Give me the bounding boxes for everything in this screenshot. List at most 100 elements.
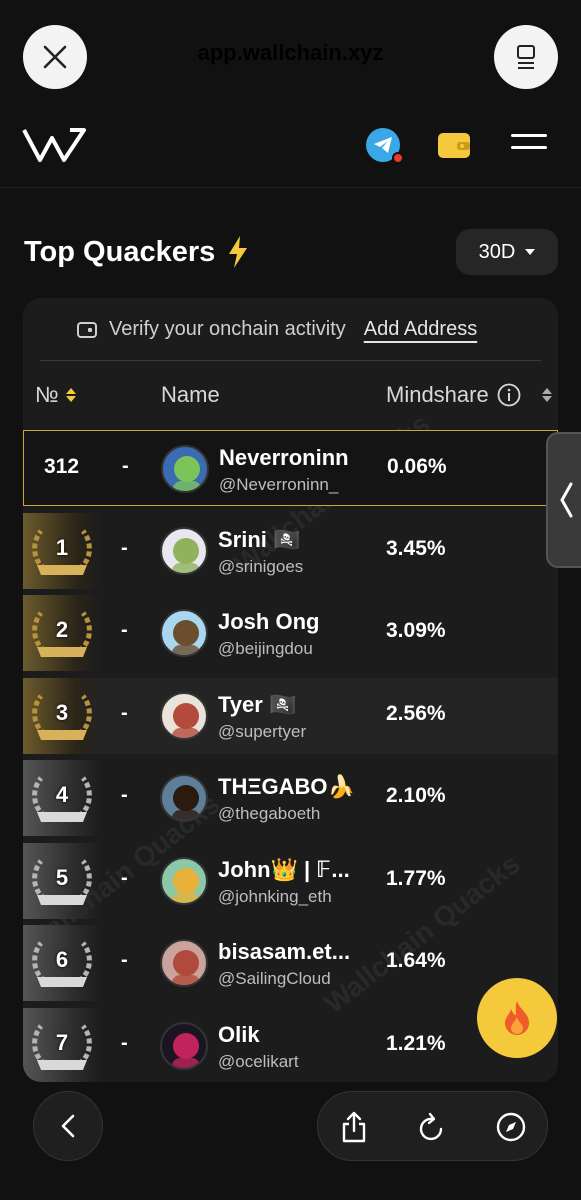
table-row[interactable]: 4 - THΞGABO🍌 @thegaboeth 2.10% xyxy=(23,760,558,836)
table-header: № Name Mindshare xyxy=(23,368,558,428)
avatar-image xyxy=(173,456,201,491)
rank-number: 2 xyxy=(55,617,69,642)
user-name[interactable]: Srini 🏴‍☠️ xyxy=(218,527,300,553)
column-no: № xyxy=(35,382,59,407)
user-name[interactable]: John👑 | 𝔽... xyxy=(218,857,350,883)
avatar[interactable] xyxy=(160,856,208,905)
avatar-image xyxy=(172,620,200,655)
rank-change: - xyxy=(121,701,128,724)
rank-number: 7 xyxy=(55,1029,69,1055)
avatar[interactable] xyxy=(160,774,208,822)
rank-number: 6 xyxy=(55,947,69,972)
table-row[interactable]: 3 - Tyer 🏴‍☠️ @supertyer 2.56% xyxy=(23,677,558,754)
avatar[interactable] xyxy=(161,445,209,493)
wallet-icon[interactable] xyxy=(437,130,471,160)
verify-text: Verify your onchain activity xyxy=(109,318,346,340)
user-name[interactable]: Tyer 🏴‍☠️ xyxy=(218,692,296,718)
tabs-button[interactable] xyxy=(494,25,558,89)
user-handle: @srinigoes xyxy=(218,556,304,576)
user-name[interactable]: Neverroninn xyxy=(219,445,349,471)
page-title: Top Quackers xyxy=(24,236,216,268)
avatar-image xyxy=(172,537,200,573)
user-name[interactable]: Olik xyxy=(218,1022,260,1048)
rank-change: - xyxy=(121,536,128,559)
rank-number: 4 xyxy=(55,782,69,807)
compass-icon[interactable] xyxy=(495,1111,527,1143)
telegram-button[interactable] xyxy=(366,128,404,164)
mindshare-value: 3.45% xyxy=(386,536,446,560)
rank-change: - xyxy=(121,949,128,971)
verify-banner: Verify your onchain activity Add Address xyxy=(77,318,477,341)
user-handle: @SailingCloud xyxy=(218,969,331,988)
sort-by-rank[interactable]: № xyxy=(35,382,77,408)
user-handle: @ocelikart xyxy=(218,1051,299,1071)
menu-button[interactable] xyxy=(511,134,547,158)
rank-badge: 1 xyxy=(23,512,101,589)
period-dropdown[interactable]: 30D xyxy=(456,229,558,275)
column-mindshare: Mindshare xyxy=(386,382,489,407)
avatar-image xyxy=(172,1032,200,1068)
mindshare-value: 2.56% xyxy=(386,701,446,725)
user-name[interactable]: Josh Ong xyxy=(218,609,319,635)
avatar[interactable] xyxy=(160,526,208,575)
site-header xyxy=(0,112,581,188)
side-panel-toggle[interactable] xyxy=(546,432,581,568)
rank-change: - xyxy=(121,619,128,641)
browser-actions xyxy=(317,1091,548,1161)
rank-number: 5 xyxy=(55,864,69,890)
divider xyxy=(40,360,541,361)
info-icon[interactable] xyxy=(497,383,521,407)
share-icon[interactable] xyxy=(340,1111,368,1143)
mindshare-value: 2.10% xyxy=(386,784,446,807)
wallet-outline-icon xyxy=(77,321,97,338)
avatar-image xyxy=(172,950,200,985)
back-button[interactable] xyxy=(33,1091,103,1161)
mindshare-value: 3.09% xyxy=(386,619,446,642)
reload-icon[interactable] xyxy=(417,1111,447,1143)
menu-icon xyxy=(511,134,547,137)
fire-button[interactable] xyxy=(477,978,557,1058)
rank-change: - xyxy=(121,866,128,889)
table-row[interactable]: 6 - bisasam.et... @SailingCloud 1.64% xyxy=(23,925,558,1001)
rank-cell: 4 xyxy=(23,760,101,836)
mindshare-value: 1.64% xyxy=(386,949,446,972)
user-name[interactable]: THΞGABO🍌 xyxy=(218,774,355,800)
rank-change: - xyxy=(121,1031,128,1054)
mindshare-value: 1.21% xyxy=(386,1031,446,1055)
rank-badge: 4 xyxy=(23,760,101,836)
avatar-image xyxy=(172,702,200,738)
back-icon xyxy=(61,1114,75,1138)
rank-cell: 2 xyxy=(23,595,101,671)
telegram-icon xyxy=(374,137,392,153)
rank-badge: 3 xyxy=(23,677,101,754)
avatar-image xyxy=(172,785,200,820)
table-row[interactable]: 2 - Josh Ong @beijingdou 3.09% xyxy=(23,595,558,671)
tabs-icon xyxy=(517,45,535,69)
mindshare-value: 0.06% xyxy=(387,455,447,478)
rank-badge: 5 xyxy=(23,842,101,919)
notification-dot xyxy=(392,152,404,164)
avatar[interactable] xyxy=(160,1021,208,1070)
avatar-image xyxy=(172,867,200,903)
browser-bottom-bar xyxy=(0,1082,581,1200)
rank-badge: 7 xyxy=(23,1007,101,1082)
sort-by-mindshare[interactable]: Mindshare xyxy=(386,382,553,408)
lightning-icon xyxy=(229,236,247,268)
rank-badge: 6 xyxy=(23,925,101,1001)
wallchain-logo[interactable] xyxy=(22,124,88,164)
avatar[interactable] xyxy=(160,939,208,987)
add-address-link[interactable]: Add Address xyxy=(364,318,477,341)
mindshare-value: 1.77% xyxy=(386,866,446,890)
table-row[interactable]: 1 - Srini 🏴‍☠️ @srinigoes 3.45% xyxy=(23,512,558,589)
table-row[interactable]: 312 - Neverroninn @Neverroninn_ 0.06% xyxy=(23,430,558,506)
rank-cell: 6 xyxy=(23,925,101,1001)
user-name[interactable]: bisasam.et... xyxy=(218,939,350,965)
avatar[interactable] xyxy=(160,691,208,740)
avatar[interactable] xyxy=(160,609,208,657)
user-handle: @thegaboeth xyxy=(218,804,321,823)
table-row[interactable]: 5 - John👑 | 𝔽... @johnking_eth 1.77% xyxy=(23,842,558,919)
rank-cell: 5 xyxy=(23,842,101,919)
rank-number: 3 xyxy=(55,699,69,725)
rank-change: - xyxy=(121,784,128,806)
user-handle: @Neverroninn_ xyxy=(219,475,339,494)
